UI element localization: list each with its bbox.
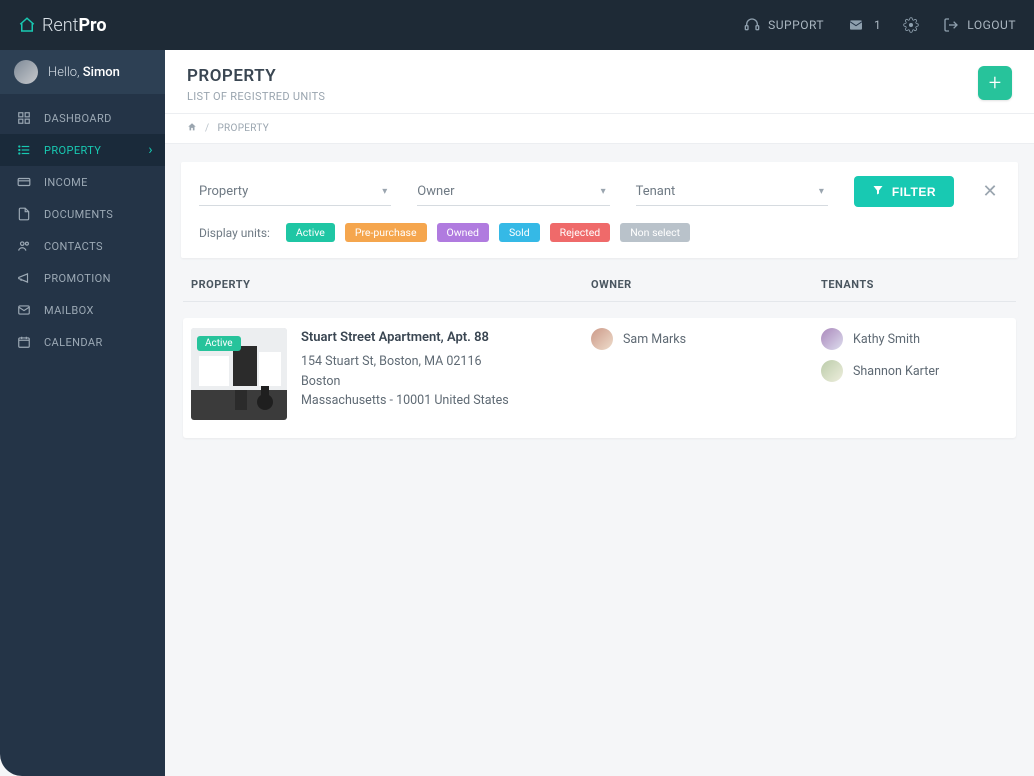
user-greeting[interactable]: Hello, Simon bbox=[0, 50, 165, 94]
user-name: Simon bbox=[83, 65, 120, 80]
sidebar-item-label: CONTACTS bbox=[44, 240, 103, 253]
sidebar-item-calendar[interactable]: CALENDAR bbox=[0, 326, 165, 358]
card-icon bbox=[16, 175, 32, 189]
page-header: PROPERTY LIST OF REGISTRED UNITS + bbox=[165, 50, 1034, 114]
sidebar-item-promotion[interactable]: PROMOTION bbox=[0, 262, 165, 294]
sidebar-item-label: CALENDAR bbox=[44, 336, 103, 349]
filter-button[interactable]: FILTER bbox=[854, 176, 954, 207]
avatar bbox=[591, 328, 613, 350]
sidebar-item-label: PROPERTY bbox=[44, 144, 101, 157]
tenant-select-label: Tenant bbox=[636, 184, 676, 199]
tenant-name: Shannon Karter bbox=[853, 364, 939, 379]
table-row[interactable]: Active Stuart Street Apartment, Apt. 88 … bbox=[183, 318, 1016, 438]
owner-name: Sam Marks bbox=[623, 332, 686, 347]
envelope-icon bbox=[16, 303, 32, 317]
sidebar-item-label: INCOME bbox=[44, 176, 88, 189]
mail-count: 1 bbox=[874, 18, 881, 32]
topbar: RentPro SUPPORT 1 LOGOUT bbox=[0, 0, 1034, 50]
close-icon: ✕ bbox=[982, 181, 997, 202]
tenant-select[interactable]: Tenant ▾ bbox=[636, 178, 828, 206]
page-title: PROPERTY bbox=[187, 66, 325, 86]
file-icon bbox=[16, 207, 32, 221]
list-icon bbox=[16, 143, 32, 157]
sidebar-item-documents[interactable]: DOCUMENTS bbox=[0, 198, 165, 230]
chip-pre-purchase[interactable]: Pre-purchase bbox=[345, 223, 427, 242]
sidebar-item-contacts[interactable]: CONTACTS bbox=[0, 230, 165, 262]
status-badge: Active bbox=[197, 336, 241, 351]
main-content: PROPERTY LIST OF REGISTRED UNITS + / PRO… bbox=[165, 50, 1034, 776]
gear-icon bbox=[903, 17, 919, 33]
sidebar-item-label: MAILBOX bbox=[44, 304, 94, 317]
sidebar-item-income[interactable]: INCOME bbox=[0, 166, 165, 198]
sidebar-item-label: DASHBOARD bbox=[44, 112, 112, 125]
col-header-tenants: TENANTS bbox=[821, 278, 1008, 291]
house-icon bbox=[18, 16, 36, 34]
users-icon bbox=[16, 239, 32, 253]
chevron-down-icon: ▾ bbox=[601, 186, 606, 197]
address-line-2: Boston bbox=[301, 372, 509, 391]
logout-icon bbox=[943, 17, 959, 33]
logout-link[interactable]: LOGOUT bbox=[943, 17, 1016, 33]
chevron-down-icon: ▾ bbox=[819, 186, 824, 197]
owner-person[interactable]: Sam Marks bbox=[591, 328, 821, 350]
chip-owned[interactable]: Owned bbox=[437, 223, 489, 242]
sidebar-item-property[interactable]: PROPERTY bbox=[0, 134, 165, 166]
avatar bbox=[821, 360, 843, 382]
support-link[interactable]: SUPPORT bbox=[744, 17, 824, 33]
display-units-label: Display units: bbox=[199, 226, 270, 240]
avatar bbox=[14, 60, 38, 84]
property-select-label: Property bbox=[199, 184, 248, 199]
support-label: SUPPORT bbox=[768, 18, 824, 32]
add-property-button[interactable]: + bbox=[978, 66, 1012, 100]
owner-select-label: Owner bbox=[417, 184, 454, 199]
calendar-icon bbox=[16, 335, 32, 349]
property-select[interactable]: Property ▾ bbox=[199, 178, 391, 206]
chevron-down-icon: ▾ bbox=[382, 186, 387, 197]
sidebar: Hello, Simon DASHBOARD PROPERTY INCOME bbox=[0, 50, 165, 776]
plus-icon: + bbox=[989, 71, 1001, 96]
mail-icon bbox=[848, 17, 864, 33]
home-icon[interactable] bbox=[187, 122, 197, 135]
brand-logo[interactable]: RentPro bbox=[18, 15, 107, 36]
headset-icon bbox=[744, 17, 760, 33]
brand-prefix: Rent bbox=[42, 15, 78, 36]
sidebar-item-mailbox[interactable]: MAILBOX bbox=[0, 294, 165, 326]
funnel-icon bbox=[872, 184, 884, 199]
chip-sold[interactable]: Sold bbox=[499, 223, 540, 242]
logout-label: LOGOUT bbox=[967, 18, 1016, 32]
sidebar-item-label: DOCUMENTS bbox=[44, 208, 113, 221]
property-title: Stuart Street Apartment, Apt. 88 bbox=[301, 328, 509, 348]
col-header-property: PROPERTY bbox=[191, 278, 591, 291]
sidebar-item-label: PROMOTION bbox=[44, 272, 111, 285]
chip-active[interactable]: Active bbox=[286, 223, 335, 242]
avatar bbox=[821, 328, 843, 350]
hello-text: Hello, bbox=[48, 65, 80, 80]
sidebar-item-dashboard[interactable]: DASHBOARD bbox=[0, 102, 165, 134]
breadcrumb-separator: / bbox=[205, 123, 209, 134]
filter-button-label: FILTER bbox=[892, 185, 936, 199]
grid-icon bbox=[16, 111, 32, 125]
settings-link[interactable] bbox=[903, 17, 919, 33]
breadcrumb-current: PROPERTY bbox=[217, 123, 269, 134]
megaphone-icon bbox=[16, 271, 32, 285]
tenant-person[interactable]: Kathy Smith bbox=[821, 328, 1008, 350]
property-thumbnail: Active bbox=[191, 328, 287, 420]
tenant-name: Kathy Smith bbox=[853, 332, 920, 347]
filter-card: Property ▾ Owner ▾ Tenant ▾ bbox=[181, 162, 1018, 258]
address-line-3: Massachusetts - 10001 United States bbox=[301, 391, 509, 410]
clear-filters-button[interactable]: ✕ bbox=[980, 181, 1000, 202]
table-header: PROPERTY OWNER TENANTS bbox=[183, 278, 1016, 302]
col-header-owner: OWNER bbox=[591, 278, 821, 291]
mail-link[interactable]: 1 bbox=[848, 17, 881, 33]
breadcrumb: / PROPERTY bbox=[165, 114, 1034, 144]
chip-rejected[interactable]: Rejected bbox=[550, 223, 611, 242]
address-line-1: 154 Stuart St, Boston, MA 02116 bbox=[301, 352, 509, 371]
tenant-person[interactable]: Shannon Karter bbox=[821, 360, 1008, 382]
owner-select[interactable]: Owner ▾ bbox=[417, 178, 609, 206]
chip-non-select[interactable]: Non select bbox=[620, 223, 690, 242]
page-subtitle: LIST OF REGISTRED UNITS bbox=[187, 90, 325, 103]
brand-suffix: Pro bbox=[78, 15, 106, 36]
